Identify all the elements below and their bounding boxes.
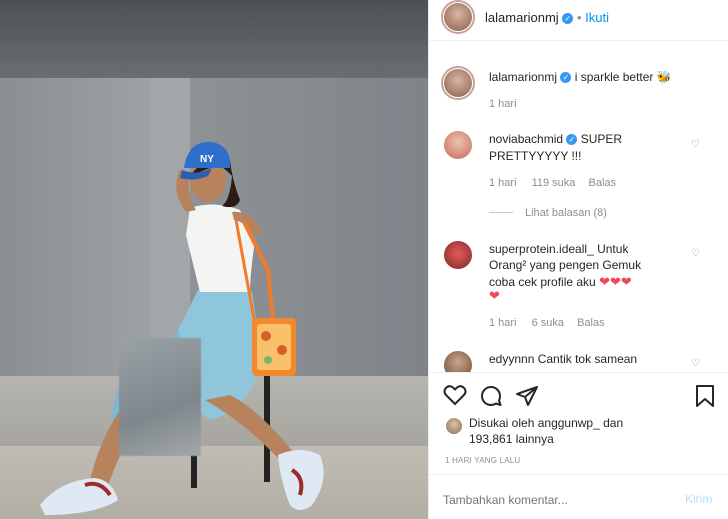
comment-button[interactable] — [479, 384, 503, 411]
comment-body-line1: Untuk — [597, 242, 629, 256]
actions-divider — [429, 372, 728, 373]
view-replies-button[interactable]: Lihat balasan (8) — [525, 207, 607, 219]
liker-avatar[interactable] — [445, 417, 463, 435]
caption-text: i sparkle better — [574, 70, 654, 84]
comment-body-line2: Orang² yang pengen Gemuk — [489, 258, 642, 272]
caption-emoji: 🐝 — [656, 70, 672, 84]
comment-like-count[interactable]: 119 suka — [532, 177, 576, 189]
comment-time[interactable]: 1 hari — [489, 177, 517, 189]
heart-outline-icon — [443, 385, 467, 406]
likes-prefix: Disukai oleh — [469, 416, 535, 430]
replies-line — [489, 212, 513, 213]
post-comment-button[interactable]: Kirim — [685, 492, 712, 506]
comment-bubble-icon — [481, 386, 502, 406]
comment-clip: edyynnn Cantik tok samean ♡ — [429, 340, 728, 372]
caption-avatar[interactable] — [441, 66, 475, 100]
likes-others[interactable]: lainnya — [516, 432, 554, 446]
follow-button[interactable]: Ikuti — [585, 10, 609, 25]
save-button[interactable] — [695, 384, 715, 411]
likes-count[interactable]: 193,861 — [469, 432, 512, 446]
comment-like-count[interactable]: 6 suka — [532, 317, 564, 329]
caption-username[interactable]: lalamarionmj — [489, 70, 557, 84]
comment-reply-button[interactable]: Balas — [577, 317, 605, 329]
liker-username[interactable]: anggunwp_ — [538, 416, 600, 430]
share-button[interactable] — [515, 384, 539, 411]
comment-username[interactable]: superprotein.ideall_ — [489, 242, 594, 256]
like-button[interactable] — [443, 384, 467, 409]
comment-text-superprotein: superprotein.ideall_ Untuk — [489, 242, 628, 256]
comment-avatar-superprotein[interactable] — [443, 240, 473, 270]
verified-badge-icon: ✓ — [566, 134, 578, 146]
caption-time[interactable]: 1 hari — [489, 98, 517, 110]
comment-body-line1: Cantik tok samean — [537, 352, 638, 366]
post-timestamp[interactable]: 1 HARI YANG LALU — [445, 456, 520, 465]
comment-body-line2: PRETTYYYYY !!! — [489, 149, 582, 163]
comment-meta-superprotein: 1 hari 6 suka Balas — [489, 317, 605, 329]
comment-body-line3: coba cek profile aku — [489, 275, 596, 289]
comment-text-noviabachmid: noviabachmid ✓ SUPER — [489, 132, 622, 146]
comment-username[interactable]: edyynnn — [489, 352, 534, 366]
comment-time[interactable]: 1 hari — [489, 317, 517, 329]
header-divider — [429, 40, 728, 41]
comment-reply-button[interactable]: Balas — [588, 177, 616, 189]
header-dot: • — [576, 10, 582, 25]
paper-plane-icon — [516, 386, 538, 406]
comment-like-heart-icon[interactable]: ♡ — [691, 359, 701, 369]
likes-line2[interactable]: 193,861 lainnya — [469, 432, 554, 446]
comment-box-divider — [429, 474, 728, 475]
comment-avatar-noviabachmid[interactable] — [443, 130, 473, 160]
photo-blurred-region — [119, 338, 201, 456]
verified-badge-icon: ✓ — [560, 72, 572, 84]
post-photo[interactable]: NY — [0, 0, 428, 519]
svg-text:NY: NY — [200, 154, 214, 165]
comment-body-line3-row: coba cek profile aku ❤❤❤ — [489, 274, 632, 290]
comment-body-line1: SUPER — [580, 132, 623, 146]
header-avatar[interactable] — [441, 0, 475, 34]
comment-text-edyynnn: edyynnn Cantik tok samean — [489, 352, 637, 366]
comment-username[interactable]: noviabachmid — [489, 132, 563, 146]
bookmark-icon — [696, 385, 714, 407]
caption-row: lalamarionmj ✓ i sparkle better 🐝 — [489, 70, 672, 84]
post-detail-panel: lalamarionmj ✓ • Ikuti lalamarionmj ✓ i … — [428, 0, 728, 519]
red-heart-emoji-icon: ❤ — [489, 288, 500, 303]
likes-line1: Disukai oleh anggunwp_ dan — [469, 416, 623, 430]
header-username[interactable]: lalamarionmj — [485, 10, 559, 25]
likes-and: dan — [603, 416, 624, 430]
photo-subject-figure: NY — [40, 141, 324, 515]
comment-like-heart-icon[interactable]: ♡ — [691, 140, 701, 150]
header-user-row: lalamarionmj ✓ • Ikuti — [485, 10, 609, 25]
red-heart-emoji-icon: ❤❤❤ — [599, 274, 632, 289]
comment-meta-noviabachmid: 1 hari 119 suka Balas — [489, 177, 616, 189]
comment-like-heart-icon[interactable]: ♡ — [691, 249, 701, 259]
comment-input[interactable] — [443, 490, 663, 510]
comment-avatar-edyynnn[interactable] — [443, 350, 473, 372]
verified-badge-icon: ✓ — [562, 13, 574, 25]
